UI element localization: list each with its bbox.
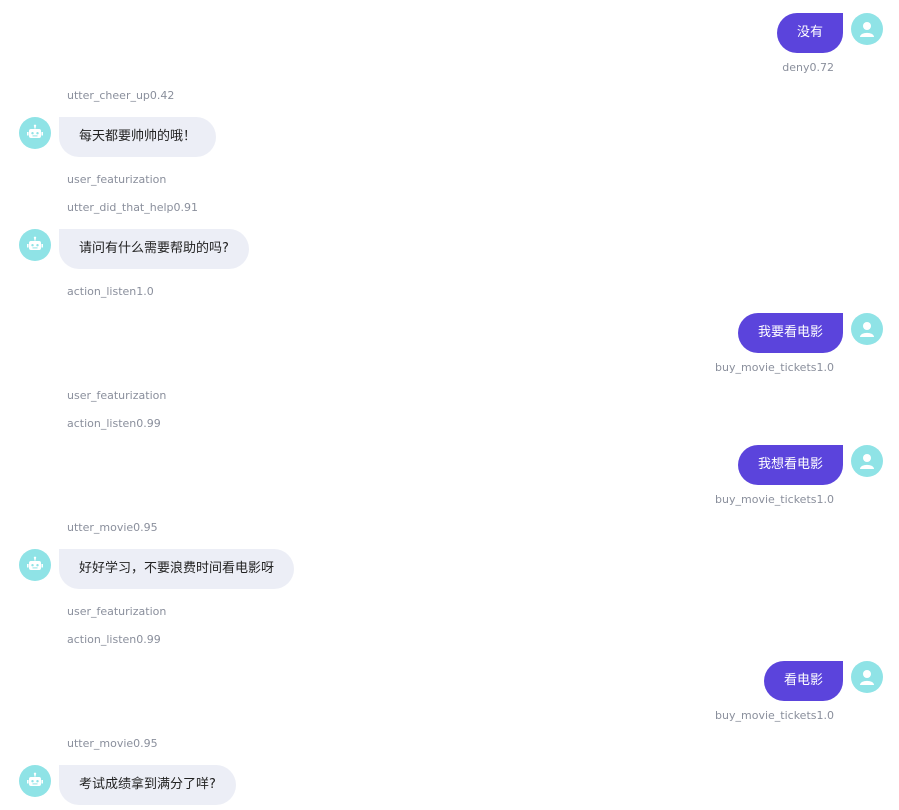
bot-avatar [19,765,51,797]
action-label: utter_movie0.95 [67,521,158,534]
user-avatar [851,13,883,45]
action-label: utter_did_that_help0.91 [67,201,199,214]
user-icon [860,454,874,469]
user-message-bubble: 没有 [776,13,843,53]
action-label: utter_cheer_up0.42 [67,89,175,102]
action-label: user_featurization [67,605,167,618]
robot-icon [27,772,43,786]
robot-icon [27,236,43,250]
intent-label: deny0.72 [782,61,834,74]
bot-message-bubble: 请问有什么需要帮助的吗? [59,229,249,269]
action-label: utter_movie0.95 [67,737,158,750]
bot-avatar [19,549,51,581]
user-message-bubble: 看电影 [763,661,843,701]
bot-avatar [19,117,51,149]
action-label: user_featurization [67,173,167,186]
user-avatar [851,313,883,345]
intent-label: buy_movie_tickets1.0 [715,361,834,374]
bot-avatar [19,229,51,261]
user-message-bubble: 我要看电影 [737,313,843,353]
intent-label: buy_movie_tickets1.0 [715,493,834,506]
user-avatar [851,661,883,693]
user-message-bubble: 我想看电影 [737,445,843,485]
action-label: action_listen0.99 [67,633,161,646]
action-label: user_featurization [67,389,167,402]
bot-message-bubble: 考试成绩拿到满分了咩? [59,765,236,805]
user-icon [860,22,874,37]
user-icon [860,322,874,337]
bot-message-bubble: 每天都要帅帅的哦！ [59,117,217,157]
intent-label: buy_movie_tickets1.0 [715,709,834,722]
user-avatar [851,445,883,477]
user-icon [860,670,874,685]
robot-icon [27,124,43,138]
bot-message-bubble: 好好学习，不要浪费时间看电影呀 [59,549,295,589]
robot-icon [27,556,43,570]
action-label: action_listen1.0 [67,285,154,298]
action-label: action_listen0.99 [67,417,161,430]
